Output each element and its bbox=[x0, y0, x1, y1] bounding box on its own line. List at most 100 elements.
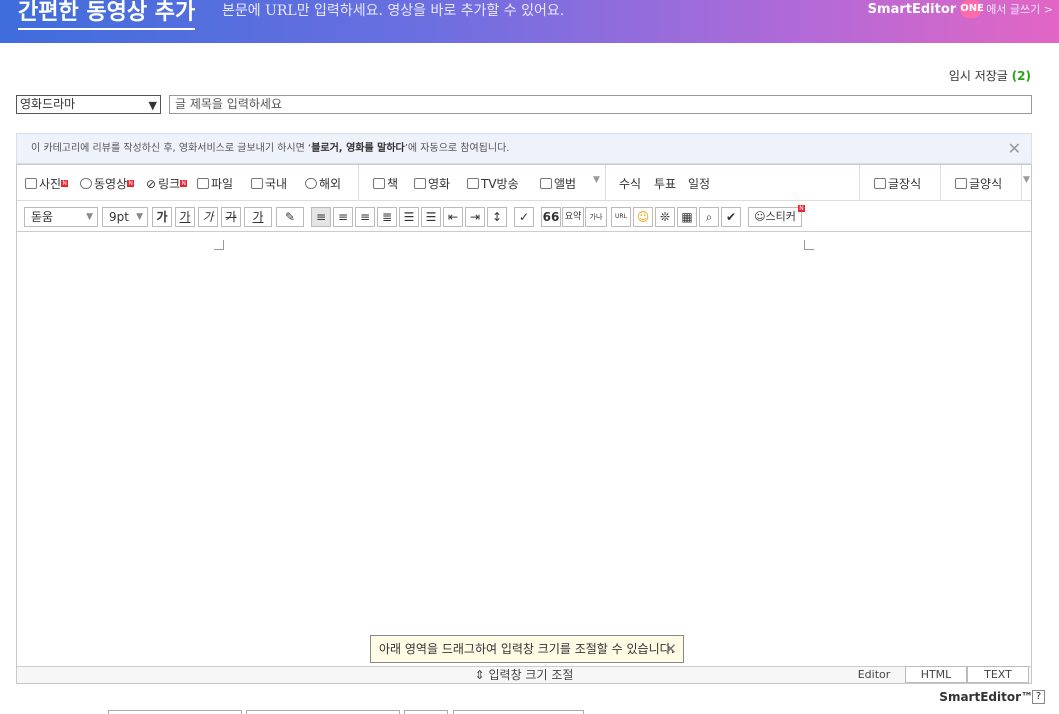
highlight-icon[interactable]: ✎ bbox=[276, 207, 304, 227]
resize-tip: 아래 영역을 드래그하여 입력창 크기를 조절할 수 있습니다. ✕ bbox=[370, 635, 684, 663]
url-button[interactable]: URL bbox=[611, 207, 631, 227]
schedule-button[interactable]: 일정 bbox=[688, 175, 710, 192]
banner-title: 간편한 동영상 추가 bbox=[18, 0, 196, 30]
table-icon[interactable]: ▦ bbox=[677, 207, 697, 227]
html-mode-tab[interactable]: HTML bbox=[905, 666, 967, 683]
temp-save-link[interactable]: 임시 저장글 (2) bbox=[949, 67, 1031, 84]
brand-name: SmartEditor bbox=[867, 1, 957, 17]
video-button[interactable]: 동영상 N bbox=[80, 175, 135, 192]
overseas-map-button[interactable]: 해외 bbox=[305, 175, 341, 192]
text-mode-tab[interactable]: TEXT bbox=[967, 666, 1029, 683]
insert-toolbar: 사진 N 동영상 N ⊘ 링크 N 파일 국내 해외 책 영화 TV방송 앨범 ▼ 수식… bbox=[17, 165, 1031, 201]
smarteditor-one-link[interactable]: SmartEditor ONE 에서 글쓰기 > bbox=[868, 0, 1053, 18]
close-icon[interactable]: ✕ bbox=[664, 636, 677, 662]
tv-button[interactable]: TV방송 bbox=[467, 175, 519, 192]
album-button[interactable]: 앨범 bbox=[540, 175, 576, 192]
promo-banner[interactable]: 간편한 동영상 추가 본문에 URL만 입력하세요. 영상을 바로 추가할 수 … bbox=[0, 0, 1059, 43]
editor-canvas[interactable] bbox=[17, 232, 1031, 666]
emoticon-icon[interactable]: ☺ bbox=[633, 207, 653, 227]
title-placeholder: 글 제목을 입력하세요 bbox=[175, 97, 282, 111]
italic-button[interactable]: 가 bbox=[198, 207, 218, 227]
bullet-list-icon[interactable]: ☰ bbox=[421, 207, 441, 227]
play-icon bbox=[80, 178, 92, 189]
indent-icon[interactable]: ⇥ bbox=[465, 207, 485, 227]
bottom-control[interactable] bbox=[108, 710, 242, 714]
category-value: 영화드라마 bbox=[20, 97, 76, 111]
font-size-value: 9pt bbox=[109, 210, 129, 224]
new-badge: N bbox=[180, 180, 188, 187]
format-toolbar: 돋움 ▼ 9pt ▼ 가 가 가 가 가 ✎ ≡ ≡ ≡ ≣ ☰ ☰ ⇤ ⇥ ↕ ✓… bbox=[17, 201, 1031, 232]
file-label: 파일 bbox=[211, 177, 234, 191]
text-style-button[interactable]: 글장식 bbox=[874, 175, 921, 192]
temp-save-count: (2) bbox=[1011, 69, 1031, 83]
more-dropdown-icon[interactable]: ▼ bbox=[593, 175, 600, 185]
summary-button[interactable]: 요약 bbox=[562, 207, 584, 227]
divider bbox=[605, 165, 606, 201]
file-button[interactable]: 파일 bbox=[197, 175, 233, 192]
strikethrough-button[interactable]: 가 bbox=[221, 207, 241, 227]
category-select[interactable]: 영화드라마 ▼ bbox=[16, 95, 161, 114]
search-icon[interactable]: ⌕ bbox=[699, 207, 719, 227]
title-input[interactable]: 글 제목을 입력하세요 bbox=[169, 95, 1032, 114]
align-justify-icon[interactable]: ≣ bbox=[377, 207, 397, 227]
banner-subtitle: 본문에 URL만 입력하세요. 영상을 바로 추가할 수 있어요. bbox=[222, 3, 565, 19]
chevron-down-icon: ▼ bbox=[148, 99, 157, 112]
photo-label: 사진 bbox=[39, 177, 62, 191]
formula-button[interactable]: 수식 bbox=[619, 175, 641, 192]
align-left-icon[interactable]: ≡ bbox=[311, 207, 331, 227]
divider bbox=[859, 165, 860, 201]
divider bbox=[358, 165, 359, 201]
movie-button[interactable]: 영화 bbox=[414, 175, 450, 192]
map-icon bbox=[251, 178, 263, 189]
quote-button[interactable]: 66 bbox=[541, 207, 561, 227]
book-button[interactable]: 책 bbox=[373, 175, 398, 192]
book-label: 책 bbox=[387, 177, 399, 191]
photo-button[interactable]: 사진 N bbox=[25, 175, 69, 192]
font-color-button[interactable]: 가 bbox=[244, 207, 272, 227]
resize-label: 입력창 크기 조절 bbox=[488, 668, 574, 682]
vote-button[interactable]: 투표 bbox=[654, 175, 676, 192]
camera-icon bbox=[25, 178, 37, 189]
link-icon: ⊘ bbox=[146, 176, 157, 191]
font-size-select[interactable]: 9pt ▼ bbox=[102, 207, 148, 227]
superscript-button[interactable]: 가나 bbox=[585, 207, 607, 227]
font-select[interactable]: 돋움 ▼ bbox=[24, 207, 98, 227]
bold-button[interactable]: 가 bbox=[152, 207, 172, 227]
pen-icon bbox=[874, 178, 886, 189]
bottom-control[interactable] bbox=[453, 710, 584, 714]
help-button[interactable]: ? bbox=[1032, 690, 1045, 704]
numbered-list-icon[interactable]: ☰ bbox=[399, 207, 419, 227]
new-badge: N bbox=[127, 180, 135, 187]
notice-text-before: 이 카테고리에 리뷰를 작성하신 후, 영화서비스로 글보내기 하시면 ‘ bbox=[31, 143, 312, 154]
music-icon bbox=[540, 178, 552, 189]
divider bbox=[940, 165, 941, 201]
spellcheck-icon[interactable]: ✓ bbox=[514, 207, 534, 227]
notice-bold-text: 블로거, 영화를 말하다 bbox=[311, 143, 405, 154]
special-char-icon[interactable]: ❊ bbox=[655, 207, 675, 227]
close-icon[interactable]: ✕ bbox=[1008, 134, 1021, 163]
text-style-label: 글장식 bbox=[888, 177, 922, 191]
template-button[interactable]: 글양식 bbox=[955, 175, 1002, 192]
editor: 사진 N 동영상 N ⊘ 링크 N 파일 국내 해외 책 영화 TV방송 앨범 ▼ 수식… bbox=[16, 164, 1032, 684]
check-icon[interactable]: ✔ bbox=[721, 207, 741, 227]
footer-brand-text: SmartEditor™ bbox=[939, 690, 1033, 704]
outdent-icon[interactable]: ⇤ bbox=[443, 207, 463, 227]
sticker-button[interactable]: ☺스티커 bbox=[748, 207, 802, 227]
align-right-icon[interactable]: ≡ bbox=[355, 207, 375, 227]
align-center-icon[interactable]: ≡ bbox=[333, 207, 353, 227]
new-badge: N bbox=[61, 180, 69, 187]
bottom-control[interactable] bbox=[404, 710, 448, 714]
editor-mode-tab[interactable]: Editor bbox=[843, 666, 905, 683]
new-badge: N bbox=[798, 205, 805, 212]
bottom-control[interactable] bbox=[246, 710, 400, 714]
notice-text-after: ’에 자동으로 참여됩니다. bbox=[404, 143, 510, 154]
template-dropdown-icon[interactable]: ▼ bbox=[1023, 175, 1030, 185]
chevron-down-icon: ▼ bbox=[136, 212, 143, 222]
brand-link-text: 에서 글쓰기 > bbox=[986, 3, 1053, 16]
line-height-icon[interactable]: ↕ bbox=[487, 207, 507, 227]
domestic-map-button[interactable]: 국내 bbox=[251, 175, 287, 192]
underline-button[interactable]: 가 bbox=[175, 207, 195, 227]
link-button[interactable]: ⊘ 링크 N bbox=[146, 175, 188, 192]
file-icon bbox=[197, 178, 209, 189]
video-label: 동영상 bbox=[94, 177, 128, 191]
